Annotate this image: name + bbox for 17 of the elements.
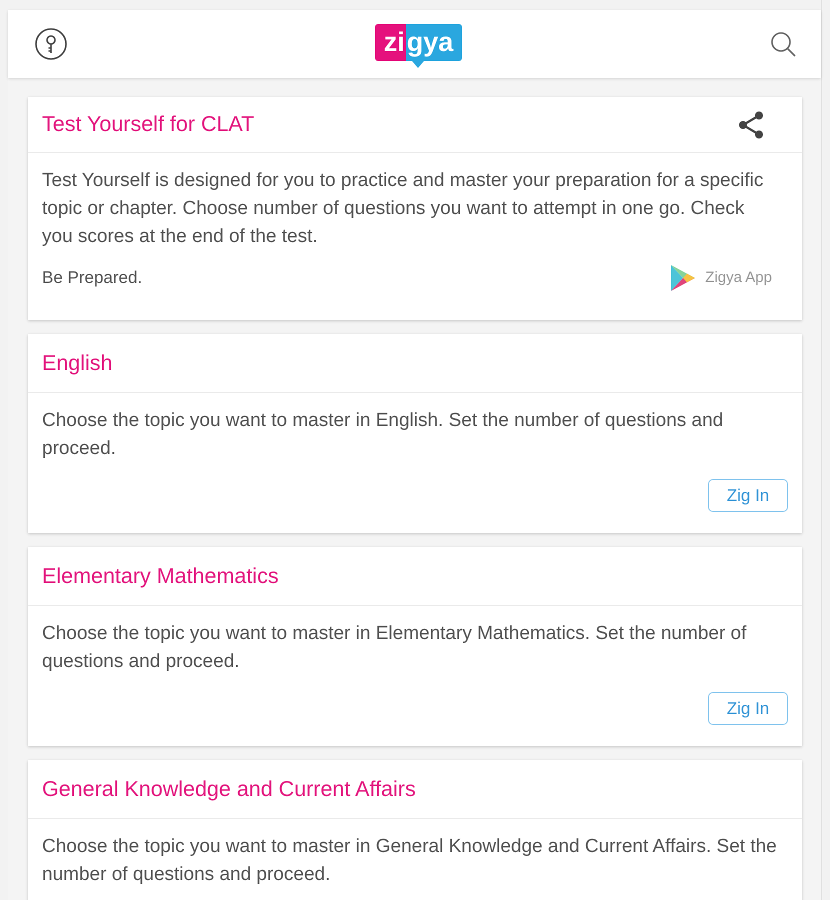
key-icon[interactable] [35, 28, 67, 60]
zig-in-button[interactable]: Zig In [708, 692, 788, 725]
card-description: Test Yourself is designed for you to practice and master your preparation for a specific topic or chapter. Choose number of questions you want to attempt in one go. Check you scores at the end of the test. [42, 169, 764, 249]
card-description: Choose the topic you want to master in English. Set the number of questions and proceed. [42, 409, 724, 461]
card-title: General Knowledge and Current Affairs [42, 776, 416, 803]
card-title: Elementary Mathematics [42, 562, 279, 590]
card-title: Test Yourself for CLAT [42, 111, 254, 138]
card-title: English [42, 350, 113, 377]
play-store-icon [671, 265, 696, 291]
app-link[interactable]: Zigya App [705, 266, 772, 290]
zig-in-button[interactable]: Zig In [708, 479, 788, 512]
card-description: Choose the topic you want to master in Elementary Mathematics. Set the number of questions and proceed. [42, 622, 748, 674]
card-description: Choose the topic you want to master in General Knowledge and Current Affairs. Set the number of questions and proceed. [42, 835, 778, 887]
search-icon[interactable] [770, 31, 796, 57]
share-icon[interactable] [738, 110, 764, 138]
logo[interactable]: zigya [374, 20, 462, 68]
tagline: Be Prepared. [42, 267, 142, 290]
